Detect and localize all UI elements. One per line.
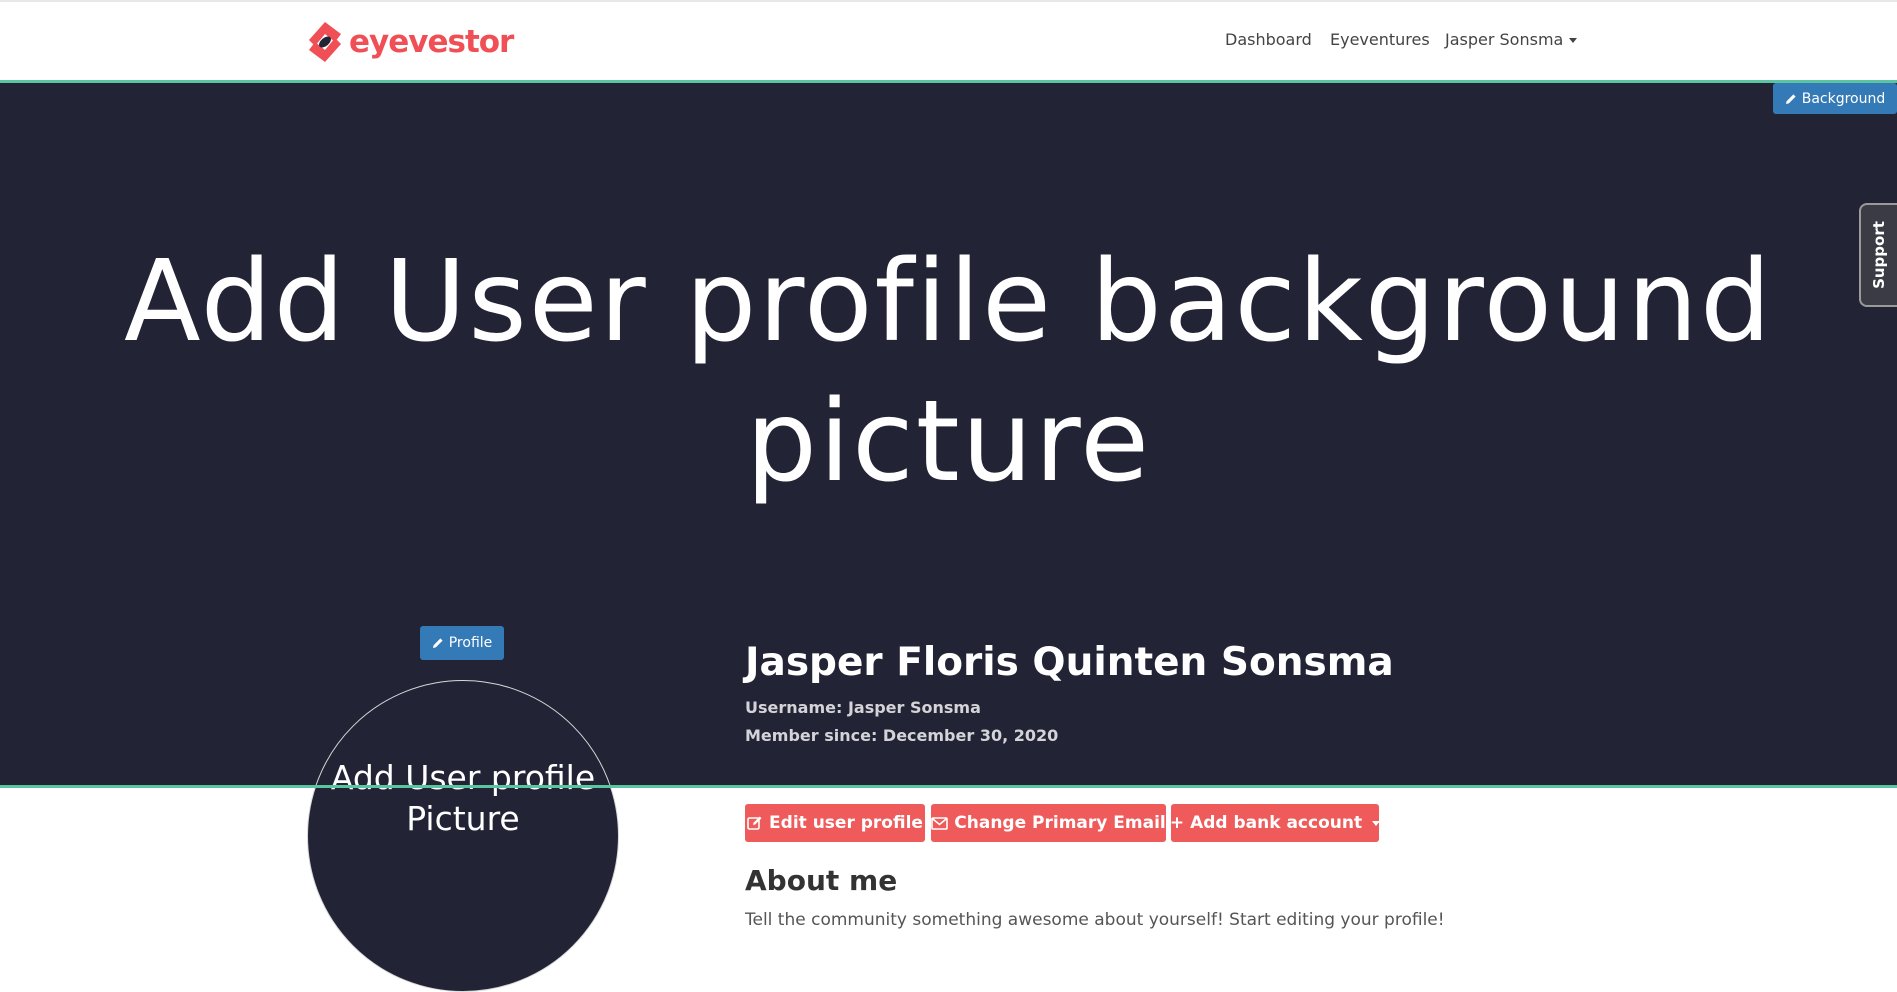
user-full-name: Jasper Floris Quinten Sonsma [745,640,1394,685]
nav-user-menu[interactable]: Jasper Sonsma [1445,30,1578,49]
top-navbar: eyevestor Dashboard Eyeventures Jasper S… [0,2,1897,80]
brand-logo[interactable]: eyevestor [305,18,514,66]
profile-button-label: Profile [448,635,493,651]
member-since-label: Member since: December 30, 2020 [745,726,1059,745]
background-placeholder-text: Add User profile background picture [123,237,1774,507]
caret-down-icon [1372,820,1381,826]
background-edit-button[interactable]: Background [1773,83,1897,114]
about-text: Tell the community something awesome abo… [745,910,1445,930]
change-email-label: Change Primary Email [954,813,1166,833]
caret-down-icon [1569,38,1578,43]
eyevestor-logo-icon [309,22,341,62]
about-heading: About me [745,864,898,897]
nav-dashboard[interactable]: Dashboard [1225,30,1312,49]
pencil-icon [1785,93,1796,104]
nav-user-label: Jasper Sonsma [1445,30,1564,49]
pencil-icon [432,638,443,648]
nav-eyeventures[interactable]: Eyeventures [1330,30,1430,49]
edit-profile-label: Edit user profile [769,813,923,833]
brand-name: eyevestor [349,24,514,60]
add-bank-account-label: + Add bank account [1169,813,1363,833]
change-email-button[interactable]: Change Primary Email [931,804,1166,842]
background-button-label: Background [1801,90,1886,107]
envelope-icon [931,816,949,830]
add-bank-account-button[interactable]: + Add bank account [1169,804,1381,842]
edit-icon [747,816,762,830]
profile-picture-edit-button[interactable]: Profile [420,626,504,660]
avatar[interactable]: Add User profile Picture [307,680,619,992]
edit-profile-button[interactable]: Edit user profile [745,804,925,842]
username-label: Username: Jasper Sonsma [745,698,981,717]
hero-bottom-divider [0,785,1897,788]
avatar-placeholder-text: Add User profile Picture [330,758,596,838]
